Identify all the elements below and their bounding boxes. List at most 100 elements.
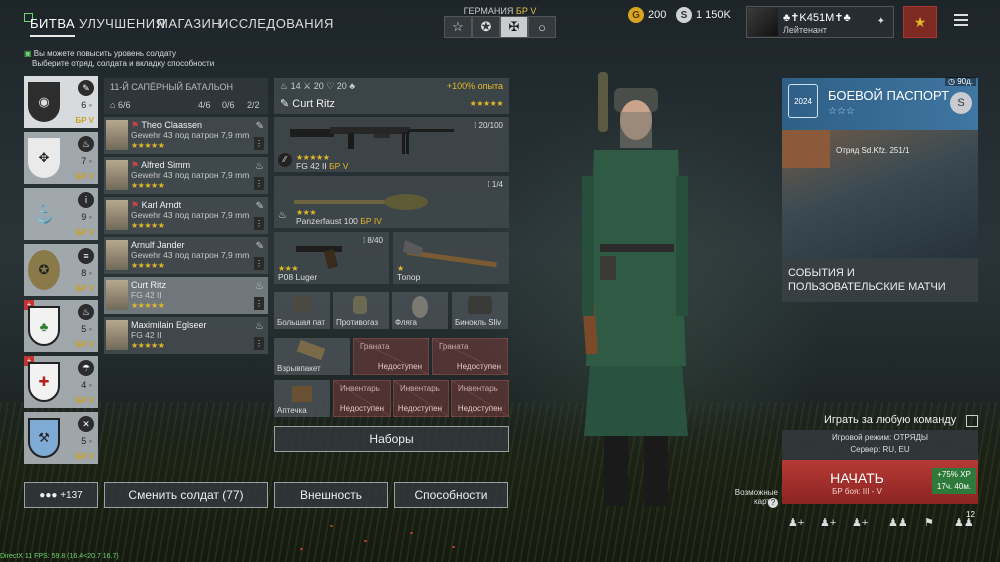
tab-upgrades[interactable]: УЛУЧШЕНИЯ — [79, 16, 166, 31]
battle-br: БР боя: III - V — [832, 487, 882, 496]
sniper-icon: ⅰ — [78, 192, 94, 208]
slot-status: Недоступен — [397, 404, 442, 413]
grenade-slot[interactable]: Взрывпакет — [274, 338, 350, 375]
squad-card[interactable]: ◉ ✎ 6 ◦ БР V — [24, 76, 98, 128]
medkit-icon — [292, 386, 312, 402]
more-options-icon[interactable]: ⋮ — [254, 137, 264, 150]
primary-weapon-slot[interactable]: ⁄⁄ ★★★★★ FG 42 II БР V ⁞ 20/100 — [274, 117, 509, 172]
soldier-row[interactable]: Arnulf Jander Gewehr 43 под патрон 7,9 m… — [104, 237, 268, 274]
flag-icon[interactable]: ⚑ — [924, 516, 934, 529]
battle-pass-card[interactable]: 2024 БОЕВОЙ ПАСПОРТ ☆☆☆ S ◷ 90д. — [782, 77, 978, 130]
squad-card[interactable]: ✪ ≡ 8 ◦ БР V — [24, 244, 98, 296]
squad-br: БР V — [75, 396, 94, 405]
battle-pass-title: БОЕВОЙ ПАСПОРТ — [828, 88, 950, 103]
add-friend-icon[interactable]: ♟+ — [788, 516, 804, 529]
player-profile[interactable]: ♣✝K451M✝♣ Лейтенант ✦ — [746, 6, 894, 38]
star-outline-icon[interactable]: ☆ — [444, 16, 472, 38]
medkit-slot[interactable]: Аптечка — [274, 380, 330, 417]
squad-card[interactable]: + ♣ ♨ 5 ◦ БР V — [24, 300, 98, 352]
tab-research[interactable]: ИССЛЕДОВАНИЯ — [219, 16, 334, 31]
rank-star-icon: ★ — [913, 13, 927, 30]
soldier-weapon: FG 42 II — [131, 290, 162, 300]
abilities-button[interactable]: Способности — [394, 482, 508, 508]
ammo-pouch-slot[interactable]: Большая пат — [274, 292, 330, 329]
faction-selector: ☆ ✪ ✠ ○ — [444, 16, 556, 38]
soldier-stars: ★★★★★ — [131, 261, 165, 270]
soldier-row[interactable]: ⚑ Karl Arndt Gewehr 43 под патрон 7,9 mm… — [104, 197, 268, 234]
squad-size-button[interactable]: ●●● +137 — [24, 482, 98, 508]
more-options-icon[interactable]: ⋮ — [254, 337, 264, 350]
add-friend-icon[interactable]: ♟+ — [820, 516, 836, 529]
start-battle-button[interactable]: НАЧАТЬ БР боя: III - V +75% XP 17ч. 40м. — [782, 460, 978, 504]
weapon-ammo: ⁞ 20/100 — [474, 121, 503, 130]
silver-currency[interactable]: S 1 150K — [676, 6, 731, 24]
more-options-icon[interactable]: ⋮ — [254, 257, 264, 270]
squad-card[interactable]: ⚓ ⅰ 9 ◦ БР V — [24, 188, 98, 240]
reward-label: Отряд Sd.Kfz. 251/1 — [836, 146, 910, 155]
squad-card[interactable]: ✥ ♨ 7 ◦ БР V — [24, 132, 98, 184]
battle-pass-timer: ◷ 90д. — [945, 77, 976, 86]
hint-line: ▣ Вы можете повысить уровень солдату — [24, 49, 176, 58]
weapon-name: FG 42 II БР V — [296, 161, 349, 171]
soldier-portrait — [106, 240, 128, 270]
soldier-row[interactable]: ⚑ Alfred Simm Gewehr 43 под патрон 7,9 m… — [104, 157, 268, 194]
faction-name: ГЕРМАНИЯ — [463, 6, 514, 16]
secondary-weapon-slot[interactable]: ♨ ★★★ Panzerfaust 100 БР IV ⁞ 1/4 — [274, 176, 509, 228]
hint-text-2: Выберите отряд, солдата и вкладку способ… — [32, 59, 215, 68]
battalion-title: 11-Й САПЁРНЫЙ БАТАЛЬОН — [110, 82, 233, 92]
squad-br: БР V — [75, 116, 94, 125]
character-stars: ★★★★★ — [469, 99, 504, 108]
gasmask-slot[interactable]: Противогаз — [333, 292, 389, 329]
appearance-button[interactable]: Внешность — [274, 482, 388, 508]
more-options-icon[interactable]: ⋮ — [254, 177, 264, 190]
tab-shop[interactable]: МАГАЗИН — [157, 16, 221, 31]
battle-pass-reward-image[interactable]: Отряд Sd.Kfz. 251/1 — [782, 130, 978, 258]
ember — [410, 532, 413, 534]
change-soldier-button[interactable]: Сменить солдат (77) — [104, 482, 268, 508]
canteen-icon — [412, 296, 428, 318]
xp-bonus-value: +75% XP — [937, 470, 971, 479]
soldier-row[interactable]: ⚑ Theo Claassen Gewehr 43 под патрон 7,9… — [104, 117, 268, 154]
hamburger-menu-icon[interactable] — [954, 14, 968, 29]
presets-button[interactable]: Наборы — [274, 426, 509, 452]
canteen-slot[interactable]: Фляга — [392, 292, 448, 329]
gold-currency[interactable]: G 200 — [628, 6, 666, 24]
squad-count: 4 ◦ — [81, 380, 92, 390]
play-any-team-checkbox[interactable] — [966, 415, 978, 427]
flame-icon: ♨ — [255, 321, 264, 332]
squad-card[interactable]: ⚒ ✕ 5 ◦ БР V — [24, 412, 98, 464]
melee-slot[interactable]: ★ Топор — [393, 232, 509, 284]
binoculars-icon — [468, 296, 492, 314]
soldier-row[interactable]: Maximilain Eglseer FG 42 II ★★★★★ ♨ ⋮ — [104, 317, 268, 354]
soldier-stars: ★★★★★ — [131, 301, 165, 310]
star-circle-icon[interactable]: ✪ — [472, 16, 500, 38]
gold-amount: 200 — [648, 9, 667, 21]
weapon-ammo: ⁞ 8/40 — [362, 236, 383, 245]
play-any-team-label: Играть за любую команду — [824, 414, 957, 426]
more-options-icon[interactable]: ⋮ — [254, 297, 264, 310]
silver-coin-icon: S — [950, 92, 972, 114]
squad-count: 7 ◦ — [81, 156, 92, 166]
squad-br: БР V — [75, 340, 94, 349]
rank-badge[interactable]: ★ — [903, 6, 937, 38]
fps-debug-text: DirectX 11 FPS: 59.8 (16.4<20.7 16.7) — [0, 553, 119, 560]
add-friend-icon[interactable]: ♟+ — [852, 516, 868, 529]
battalion-slots-2: 4/6 — [198, 100, 211, 110]
game-mode-panel[interactable]: Игровой режим: ОТРЯДЫ Сервер: RU, EU — [782, 430, 978, 460]
squad-count: 9 ◦ — [81, 212, 92, 222]
tab-battle[interactable]: БИТВА — [30, 16, 76, 37]
help-icon[interactable]: ? — [768, 498, 778, 508]
squad-emblem-icon: ✚ — [28, 362, 60, 402]
squad-card[interactable]: + ✚ ☂ 4 ◦ БР V — [24, 356, 98, 408]
events-button[interactable]: СОБЫТИЯ И ПОЛЬЗОВАТЕЛЬСКИЕ МАТЧИ — [782, 258, 978, 302]
more-options-icon[interactable]: ⋮ — [254, 217, 264, 230]
iron-cross-icon[interactable]: ✠ — [500, 16, 528, 38]
friends-icon[interactable]: ♟♟ — [888, 516, 908, 529]
soldier-row-selected[interactable]: Curt Ritz FG 42 II ★★★★★ ♨ ⋮ — [104, 277, 268, 314]
pistol-slot[interactable]: ★★★ P08 Luger ⁞ 8/40 — [274, 232, 389, 284]
circle-icon[interactable]: ○ — [528, 16, 556, 38]
luger-pistol-icon — [296, 246, 342, 269]
squad-emblem-icon: ◉ — [28, 82, 60, 122]
binoculars-slot[interactable]: Бинокль Sliv — [452, 292, 508, 329]
game-mode-text: Игровой режим: ОТРЯДЫ — [832, 433, 928, 442]
